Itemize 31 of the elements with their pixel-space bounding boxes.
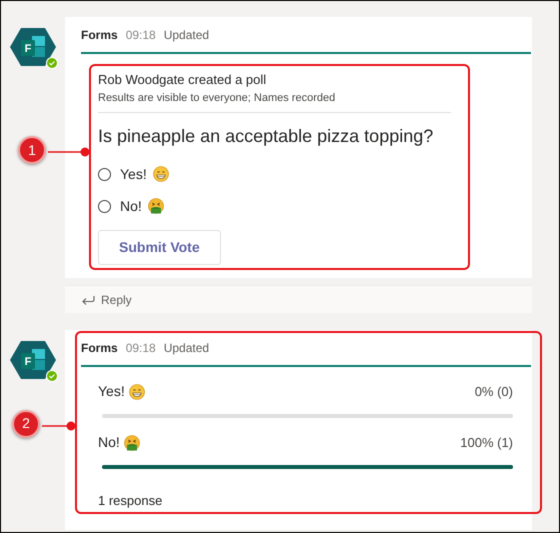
result-percentage: 100% (1) [460,434,513,452]
sender-name: Forms [81,26,118,44]
message-time: 09:18 [126,26,156,44]
reply-arrow-icon [81,294,95,304]
visibility-note: Results are visible to everyone; Names recorded [98,90,336,106]
sick-face-icon [124,434,140,450]
callout-marker: 2 [12,410,40,438]
option-label: Yes! [120,164,147,184]
forms-app-avatar: F [10,340,56,380]
option-label: Yes! [98,382,125,401]
response-count: 1 response [98,492,164,510]
status-label: Updated [164,340,210,356]
grinning-face-icon [152,166,169,182]
poll-creator-text: Rob Woodgate created a poll [98,71,268,89]
result-percentage: 0% (0) [474,382,513,401]
forms-app-avatar: F [10,27,56,67]
reply-link[interactable]: Reply [101,290,132,308]
callout-marker: 1 [18,136,46,164]
radio-button[interactable] [98,168,111,180]
leader-line [42,420,76,430]
submit-vote-button[interactable]: Submit Vote [98,230,221,265]
radio-button[interactable] [98,200,111,212]
status-label: Updated [164,26,210,44]
poll-question: Is pineapple an acceptable pizza topping? [98,125,434,148]
option-label: No! [120,196,142,216]
message-time: 09:18 [126,340,156,356]
sick-face-icon [148,198,164,214]
sender-name: Forms [81,340,118,356]
grinning-face-icon [128,384,145,400]
option-label: No! [98,433,120,452]
leader-line [48,147,90,157]
